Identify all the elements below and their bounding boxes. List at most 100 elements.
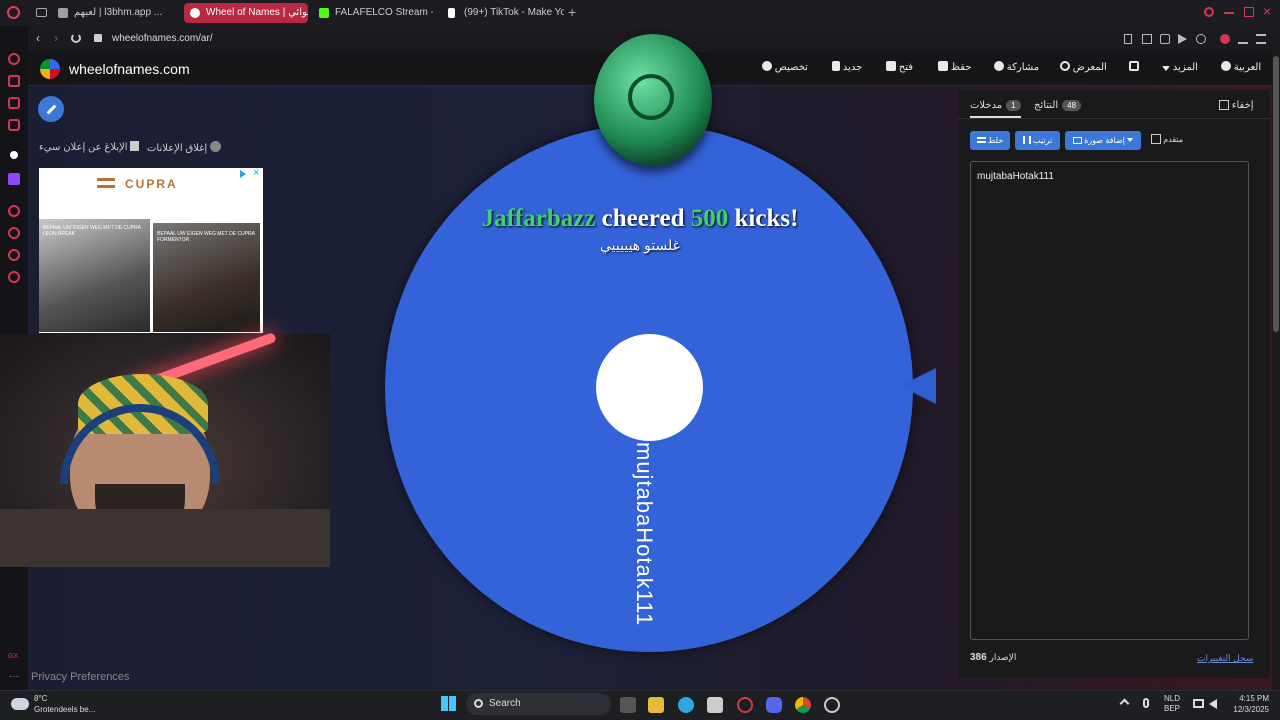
menu-icon[interactable] <box>1256 34 1266 44</box>
advertisement[interactable]: × CUPRA BEPAAL UW EIGEN WEG MET DE CUPRA… <box>39 167 263 333</box>
clock[interactable]: 4:15 PM 12/3/2025 <box>1225 693 1269 715</box>
nav-share[interactable]: مشاركة <box>990 61 1039 75</box>
person-hoodie <box>0 509 330 567</box>
weather-icon[interactable] <box>11 698 29 710</box>
bookmark-icon[interactable] <box>1124 34 1132 44</box>
wheel-pointer-icon <box>900 368 936 404</box>
lock-icon <box>94 34 102 42</box>
volume-icon[interactable] <box>1209 699 1217 709</box>
weather-temp: 8°C <box>34 694 48 703</box>
crypto-wallet-icon[interactable] <box>8 75 20 87</box>
site-logo-icon[interactable] <box>40 59 60 79</box>
tab-falafelco[interactable]: FALAFELCO Stream - Wa <box>313 3 433 23</box>
weather-desc: Grotendeels be... <box>34 705 96 714</box>
obs-icon[interactable] <box>824 697 840 713</box>
nav-open[interactable]: فتح <box>882 61 913 75</box>
nav-gallery[interactable]: المعرض <box>1056 61 1107 75</box>
hide-checkbox[interactable] <box>1219 100 1229 110</box>
palette-icon <box>762 61 772 71</box>
network-icon[interactable] <box>1193 699 1204 708</box>
add-image-button[interactable]: إضافة صورة <box>1065 131 1141 150</box>
privacy-preferences-link[interactable]: Privacy Preferences <box>31 671 129 683</box>
changelog-link[interactable]: سجل التغييرات <box>1197 653 1253 664</box>
kick-favicon-icon <box>319 8 329 18</box>
edge-icon[interactable] <box>678 697 694 713</box>
entries-textarea[interactable]: mujtabaHotak111 <box>970 161 1249 640</box>
opera-logo-icon[interactable] <box>7 6 20 19</box>
tab-results[interactable]: النتائج 48 <box>1034 100 1082 111</box>
store-icon[interactable] <box>707 697 723 713</box>
search-tabs-icon[interactable] <box>1204 7 1214 17</box>
new-tab-icon[interactable]: + <box>568 5 580 19</box>
kick-icon[interactable] <box>10 151 18 159</box>
download-icon[interactable] <box>1238 34 1248 44</box>
task-view-icon[interactable] <box>620 697 636 713</box>
player-icon[interactable] <box>8 205 20 217</box>
nav-language[interactable]: العربية <box>1217 61 1261 75</box>
tiktok-favicon-icon <box>448 8 455 18</box>
messenger-icon[interactable] <box>8 97 20 109</box>
nav-new[interactable]: جديد <box>828 61 862 75</box>
file-icon <box>832 61 840 71</box>
tab-tiktok[interactable]: (99+) TikTok - Make Your <box>442 3 564 23</box>
close-ads-link[interactable]: إغلاق الإعلانات <box>147 141 221 154</box>
scrollbar-thumb[interactable] <box>1273 56 1279 332</box>
heart-icon[interactable] <box>1196 34 1206 44</box>
nav-more[interactable]: المزيد <box>1158 61 1198 75</box>
cheer-amount: 500 <box>690 205 729 232</box>
nav-customize[interactable]: تخصيص <box>758 61 808 75</box>
start-icon[interactable] <box>441 696 456 711</box>
chrome-icon[interactable] <box>795 697 811 713</box>
advanced-toggle[interactable]: متقدم <box>1151 134 1183 144</box>
wheel-hub[interactable] <box>596 334 703 441</box>
panel-divider <box>958 118 1270 119</box>
search-icon <box>474 699 483 708</box>
aria-icon[interactable] <box>8 53 20 65</box>
microphone-icon[interactable] <box>1143 698 1149 708</box>
tab-entries[interactable]: مدخلات 1 <box>970 100 1021 118</box>
minimize-icon[interactable] <box>1224 12 1234 14</box>
profile-icon[interactable] <box>1220 34 1230 44</box>
image-icon <box>1072 137 1082 144</box>
tabs-icon[interactable] <box>36 8 47 17</box>
settings-icon[interactable] <box>8 271 20 283</box>
sort-button[interactable]: ترتيب <box>1015 131 1060 150</box>
instagram-icon[interactable] <box>8 119 20 131</box>
forward-icon[interactable]: › <box>54 32 58 44</box>
discord-icon[interactable] <box>766 697 782 713</box>
more-icon[interactable]: ··· <box>9 671 19 682</box>
url-field[interactable]: wheelofnames.com/ar/ <box>112 33 213 44</box>
site-logo-text[interactable]: wheelofnames.com <box>69 61 190 77</box>
shuffle-button[interactable]: خلط <box>970 131 1010 150</box>
report-ad-link[interactable]: الإبلاغ عن إعلان سيء <box>39 141 140 153</box>
ad-brand: CUPRA <box>125 177 178 191</box>
adchoices-icon[interactable] <box>240 170 248 178</box>
file-explorer-icon[interactable] <box>648 697 664 713</box>
advanced-checkbox[interactable] <box>1151 134 1161 144</box>
extensions-icon[interactable] <box>8 249 20 261</box>
maximize-icon[interactable] <box>1244 7 1254 17</box>
nav-fullscreen[interactable] <box>1125 61 1139 75</box>
ad-close-icon[interactable]: × <box>253 167 259 179</box>
opera-gx-icon[interactable] <box>737 697 753 713</box>
taskbar-search[interactable]: Search <box>466 693 611 715</box>
nav-save[interactable]: حفظ <box>934 61 972 75</box>
history-icon[interactable] <box>8 227 20 239</box>
twitch-icon[interactable] <box>8 173 20 185</box>
back-icon[interactable]: ‹ <box>36 32 40 44</box>
reload-icon[interactable] <box>71 33 81 43</box>
wheel-favicon-icon <box>190 8 200 18</box>
page-scrollbar[interactable] <box>1272 52 1280 690</box>
tab-l3bhm[interactable]: لعبهم | l3bhm.app ... <box>52 3 180 23</box>
shield-icon[interactable] <box>1160 34 1170 44</box>
tab-wheel-of-names[interactable]: Wheel of Names | عشوائي <box>184 3 308 23</box>
close-window-icon[interactable]: × <box>1263 4 1271 18</box>
gx-icon[interactable]: GX <box>8 653 18 660</box>
hide-toggle[interactable]: إخفاء <box>1219 100 1254 111</box>
snapshot-icon[interactable] <box>1142 34 1152 44</box>
toolbar-icons <box>1124 34 1274 44</box>
input-language[interactable]: NLD BEP <box>1164 694 1180 714</box>
edit-button[interactable] <box>38 96 64 122</box>
results-count-badge: 48 <box>1062 100 1082 111</box>
play-icon[interactable] <box>1178 34 1187 44</box>
